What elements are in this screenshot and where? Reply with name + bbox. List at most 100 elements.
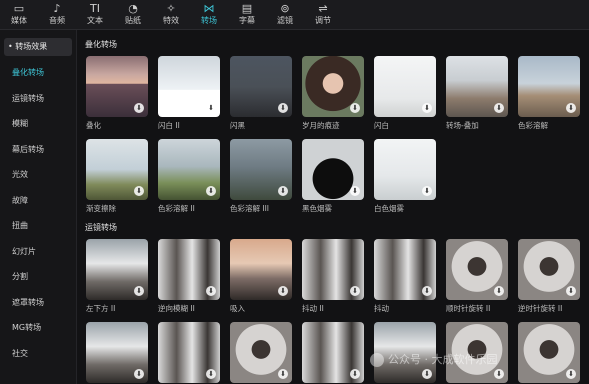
- download-icon[interactable]: ⬇: [494, 286, 504, 296]
- tab-filter[interactable]: ⊚ 滤镜: [266, 0, 304, 29]
- download-icon[interactable]: ⬇: [278, 186, 288, 196]
- transition-thumbnail[interactable]: ⬇: [302, 322, 364, 383]
- transition-thumbnail[interactable]: ⬇: [86, 139, 148, 200]
- transition-thumbnail[interactable]: ⬇: [86, 239, 148, 300]
- transition-card[interactable]: ⬇ 岁月的痕迹: [302, 56, 364, 131]
- download-icon[interactable]: ⬇: [278, 103, 288, 113]
- transition-card[interactable]: ⬇: [230, 322, 292, 383]
- transition-card[interactable]: ⬇ 逆时针旋转 II: [518, 239, 580, 314]
- transition-thumbnail[interactable]: ⬇: [374, 139, 436, 200]
- tab-subtitle[interactable]: ▤ 字幕: [228, 0, 266, 29]
- download-icon[interactable]: ⬇: [206, 286, 216, 296]
- transition-card[interactable]: ⬇ 渐变擦除: [86, 139, 148, 214]
- transition-card[interactable]: ⬇ 逆向模糊 II: [158, 239, 220, 314]
- sidebar-item[interactable]: 叠化转场: [0, 60, 76, 86]
- sidebar-item[interactable]: 运镜转场: [0, 86, 76, 112]
- download-icon[interactable]: ⬇: [566, 103, 576, 113]
- transition-thumbnail[interactable]: ⬇: [302, 139, 364, 200]
- transition-card[interactable]: ⬇ 左下方 II: [86, 239, 148, 314]
- download-icon[interactable]: ⬇: [422, 186, 432, 196]
- transition-thumbnail[interactable]: ⬇: [158, 322, 220, 383]
- sidebar-item[interactable]: 分割: [0, 264, 76, 290]
- transition-thumbnail[interactable]: ⬇: [230, 56, 292, 117]
- transition-thumbnail[interactable]: ⬇: [230, 139, 292, 200]
- transition-card[interactable]: ⬇ 吸入: [230, 239, 292, 314]
- sidebar-item[interactable]: 光效: [0, 162, 76, 188]
- transition-card[interactable]: ⬇ 闪白 II: [158, 56, 220, 131]
- download-icon[interactable]: ⬇: [422, 286, 432, 296]
- sidebar-item[interactable]: 社交: [0, 341, 76, 367]
- transition-thumbnail[interactable]: ⬇: [158, 56, 220, 117]
- transition-card[interactable]: ⬇ 闪白: [374, 56, 436, 131]
- sidebar-item[interactable]: 模糊: [0, 111, 76, 137]
- transition-card[interactable]: ⬇ 抖动 II: [302, 239, 364, 314]
- transition-card[interactable]: ⬇ 白色烟雾: [374, 139, 436, 214]
- download-icon[interactable]: ⬇: [494, 103, 504, 113]
- transition-card[interactable]: ⬇ 色彩溶解: [518, 56, 580, 131]
- transition-thumbnail[interactable]: ⬇: [446, 56, 508, 117]
- download-icon[interactable]: ⬇: [134, 103, 144, 113]
- transition-thumbnail[interactable]: ⬇: [158, 239, 220, 300]
- download-icon[interactable]: ⬇: [134, 186, 144, 196]
- download-icon[interactable]: ⬇: [350, 186, 360, 196]
- transition-thumbnail[interactable]: ⬇: [446, 239, 508, 300]
- sidebar-item[interactable]: 扭曲: [0, 213, 76, 239]
- transition-name: 抖动: [374, 304, 389, 313]
- download-icon[interactable]: ⬇: [350, 369, 360, 379]
- transition-thumbnail[interactable]: ⬇: [518, 322, 580, 383]
- transition-thumbnail[interactable]: ⬇: [518, 239, 580, 300]
- transition-card[interactable]: ⬇ 色彩溶解 III: [230, 139, 292, 214]
- transition-name: 渐变擦除: [86, 204, 116, 213]
- transition-thumbnail[interactable]: ⬇: [302, 56, 364, 117]
- transition-thumbnail[interactable]: ⬇: [158, 139, 220, 200]
- transition-thumbnail[interactable]: ⬇: [374, 56, 436, 117]
- transition-card[interactable]: ⬇ 闪黑: [230, 56, 292, 131]
- sidebar-item[interactable]: 幕后转场: [0, 137, 76, 163]
- transition-card[interactable]: ⬇ 黑色烟雾: [302, 139, 364, 214]
- transition-thumbnail[interactable]: ⬇: [86, 56, 148, 117]
- download-icon[interactable]: ⬇: [278, 369, 288, 379]
- transition-thumbnail[interactable]: ⬇: [230, 322, 292, 383]
- tab-effects[interactable]: ✧ 特效: [152, 0, 190, 29]
- transition-card[interactable]: ⬇ 叠化: [86, 56, 148, 131]
- transition-thumbnail[interactable]: ⬇: [230, 239, 292, 300]
- sidebar-header-transition-effects[interactable]: • 转场效果: [4, 38, 72, 56]
- tab-text[interactable]: TI 文本: [76, 0, 114, 29]
- transition-thumbnail[interactable]: ⬇: [302, 239, 364, 300]
- download-icon[interactable]: ⬇: [422, 369, 432, 379]
- download-icon[interactable]: ⬇: [134, 369, 144, 379]
- tab-sticker[interactable]: ◔ 贴纸: [114, 0, 152, 29]
- transition-thumbnail[interactable]: ⬇: [374, 239, 436, 300]
- section-title: 叠化转场: [85, 40, 117, 49]
- section-title: 运镜转场: [85, 223, 117, 232]
- transition-card[interactable]: ⬇: [302, 322, 364, 383]
- download-icon[interactable]: ⬇: [206, 369, 216, 379]
- transition-card[interactable]: ⬇: [86, 322, 148, 383]
- transition-card[interactable]: ⬇ 顺时针旋转 II: [446, 239, 508, 314]
- sidebar-item[interactable]: 遮罩转场: [0, 290, 76, 316]
- sidebar-item[interactable]: 故障: [0, 188, 76, 214]
- tab-media[interactable]: ▭ 媒体: [0, 0, 38, 29]
- download-icon[interactable]: ⬇: [566, 369, 576, 379]
- download-icon[interactable]: ⬇: [350, 286, 360, 296]
- transition-card[interactable]: ⬇ 转场-叠加: [446, 56, 508, 131]
- download-icon[interactable]: ⬇: [206, 186, 216, 196]
- download-icon[interactable]: ⬇: [494, 369, 504, 379]
- sidebar-item[interactable]: 幻灯片: [0, 239, 76, 265]
- download-icon[interactable]: ⬇: [350, 103, 360, 113]
- download-icon[interactable]: ⬇: [206, 103, 216, 113]
- transition-thumbnail[interactable]: ⬇: [518, 56, 580, 117]
- transition-thumbnail[interactable]: ⬇: [86, 322, 148, 383]
- tab-audio[interactable]: ♪ 音频: [38, 0, 76, 29]
- tab-transition[interactable]: ⋈ 转场: [190, 0, 228, 29]
- download-icon[interactable]: ⬇: [134, 286, 144, 296]
- download-icon[interactable]: ⬇: [422, 103, 432, 113]
- transition-card[interactable]: ⬇: [518, 322, 580, 383]
- download-icon[interactable]: ⬇: [566, 286, 576, 296]
- transition-card[interactable]: ⬇: [158, 322, 220, 383]
- transition-card[interactable]: ⬇ 抖动: [374, 239, 436, 314]
- transition-card[interactable]: ⬇ 色彩溶解 II: [158, 139, 220, 214]
- sidebar-item[interactable]: MG转场: [0, 315, 76, 341]
- download-icon[interactable]: ⬇: [278, 286, 288, 296]
- tab-adjust[interactable]: ⇌ 调节: [304, 0, 342, 29]
